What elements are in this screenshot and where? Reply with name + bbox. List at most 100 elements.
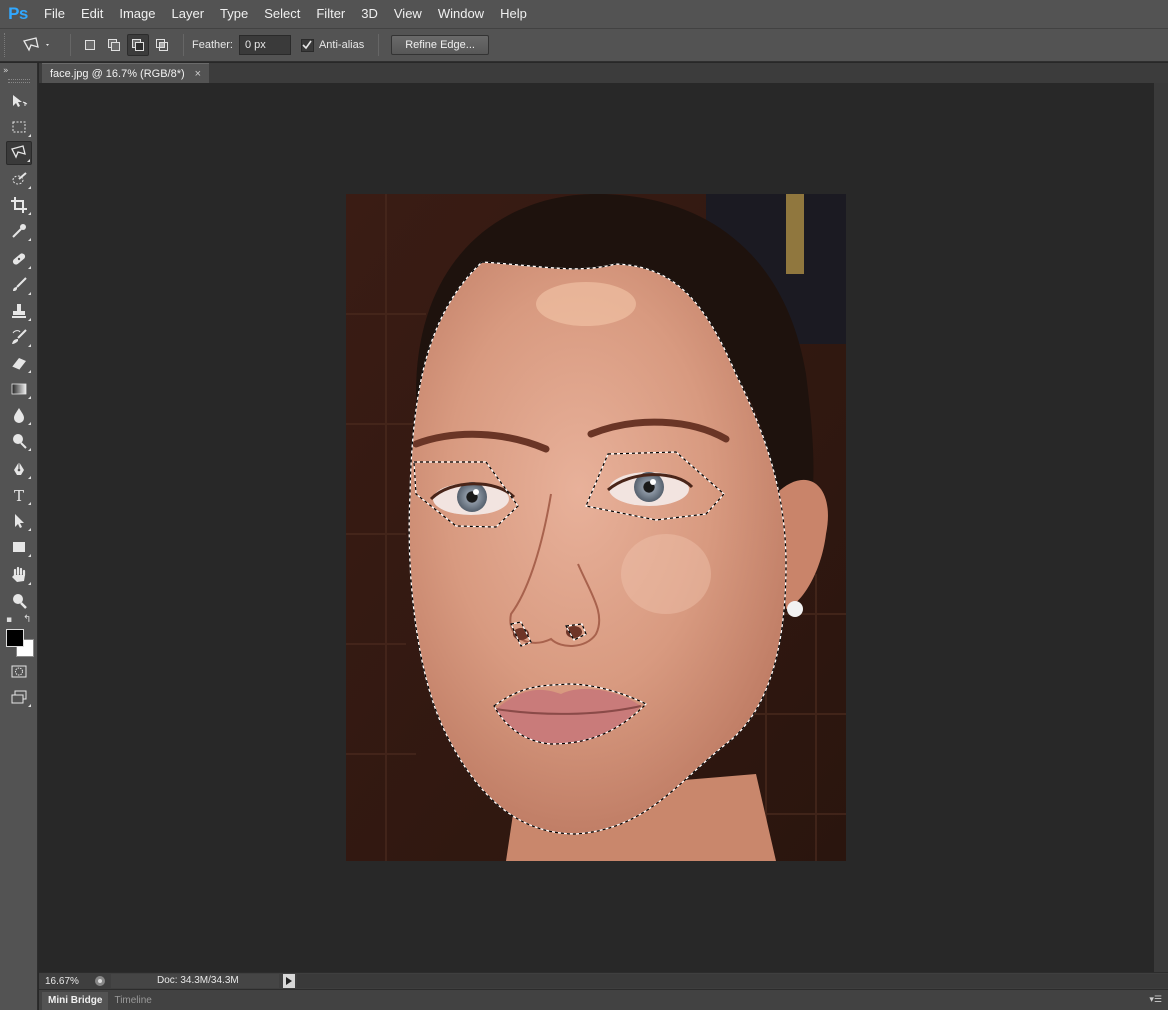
add-to-selection-icon xyxy=(108,39,120,51)
path-selection-tool[interactable] xyxy=(6,509,32,533)
intersect-selection-button[interactable] xyxy=(151,34,173,56)
tool-flyout-indicator xyxy=(28,370,31,373)
portrait-photo xyxy=(346,194,846,861)
app-logo: Ps xyxy=(8,4,28,23)
tool-flyout-indicator xyxy=(28,582,31,585)
blur-tool[interactable] xyxy=(6,403,32,427)
vertical-scrollbar[interactable] xyxy=(1154,83,1168,972)
zoom-level[interactable]: 16.67% xyxy=(39,976,89,987)
menu-layer[interactable]: Layer xyxy=(164,0,213,28)
gradient-tool[interactable] xyxy=(6,377,32,401)
type-tool[interactable]: T xyxy=(6,483,32,507)
tool-flyout-indicator xyxy=(28,422,31,425)
rectangle-tool[interactable] xyxy=(6,535,32,559)
spot-healing-tool[interactable] xyxy=(6,247,32,271)
history-brush-tool[interactable] xyxy=(6,325,32,349)
anti-alias-checkbox[interactable] xyxy=(300,38,314,52)
tool-flyout-indicator xyxy=(28,266,31,269)
polygonal-lasso-icon xyxy=(11,145,26,159)
water-drop-icon xyxy=(14,408,24,423)
screen-mode-button[interactable] xyxy=(6,685,32,709)
options-bar-grip[interactable] xyxy=(4,33,12,57)
proof-setup-icon[interactable] xyxy=(93,975,107,987)
foreground-color[interactable] xyxy=(6,629,24,647)
quick-selection-tool[interactable] xyxy=(6,167,32,191)
zoom-icon xyxy=(13,594,27,609)
menu-bar: Ps File Edit Image Layer Type Select Fil… xyxy=(0,0,1168,28)
tool-flyout-indicator xyxy=(28,704,31,707)
canvas-area[interactable] xyxy=(39,83,1154,972)
tool-flyout-indicator xyxy=(28,554,31,557)
history-brush-icon xyxy=(12,329,27,344)
toolbar-grip[interactable] xyxy=(7,79,30,83)
move-tool[interactable] xyxy=(6,89,32,113)
crop-tool[interactable] xyxy=(6,193,32,217)
zoom-tool[interactable] xyxy=(6,589,32,613)
anti-alias-label: Anti-alias xyxy=(318,39,365,51)
default-colors-icon[interactable]: ▪ xyxy=(6,615,12,625)
subtract-from-selection-button[interactable] xyxy=(127,34,149,56)
eraser-tool[interactable] xyxy=(6,351,32,375)
options-bar: Feather: 0 px Anti-alias Refine Edge... xyxy=(0,28,1168,62)
bandage-icon xyxy=(12,253,26,265)
panel-menu-icon[interactable]: ▾☰ xyxy=(1149,995,1162,1005)
status-menu-arrow[interactable] xyxy=(283,974,295,988)
pen-tool[interactable] xyxy=(6,457,32,481)
document-image[interactable] xyxy=(346,194,846,861)
tool-flyout-indicator xyxy=(28,344,31,347)
brush-tool[interactable] xyxy=(6,273,32,297)
crop-icon xyxy=(11,197,27,213)
menu-type[interactable]: Type xyxy=(212,0,256,28)
menu-select[interactable]: Select xyxy=(256,0,308,28)
menu-help[interactable]: Help xyxy=(492,0,535,28)
document-size-info: Doc: 34.3M/34.3M xyxy=(111,974,279,988)
new-selection-button[interactable] xyxy=(79,34,101,56)
eraser-icon xyxy=(11,358,26,371)
rectangle-shape-icon xyxy=(13,542,25,552)
menu-file[interactable]: File xyxy=(36,0,73,28)
quick-mask-button[interactable] xyxy=(6,659,32,683)
eyedropper-tool[interactable] xyxy=(6,219,32,243)
polygonal-lasso-tool[interactable] xyxy=(6,141,32,165)
play-arrow-icon xyxy=(286,977,292,985)
refine-edge-button[interactable]: Refine Edge... xyxy=(391,35,489,55)
add-to-selection-button[interactable] xyxy=(103,34,125,56)
tool-preset-picker[interactable] xyxy=(22,36,62,54)
separator xyxy=(183,34,184,56)
close-icon[interactable]: × xyxy=(195,68,201,80)
subtract-from-selection-icon xyxy=(132,39,144,51)
feather-label: Feather: xyxy=(192,39,233,51)
hand-tool[interactable] xyxy=(6,563,32,587)
checkmark-icon xyxy=(302,40,313,50)
collapse-toolbar-icon[interactable]: » xyxy=(0,63,37,79)
marquee-tool[interactable] xyxy=(6,115,32,139)
tool-flyout-indicator xyxy=(27,159,30,162)
menu-window[interactable]: Window xyxy=(430,0,492,28)
menu-view[interactable]: View xyxy=(386,0,430,28)
dodge-icon xyxy=(13,434,27,449)
gradient-icon xyxy=(11,383,27,395)
bottom-panel: Mini Bridge Timeline ▾☰ xyxy=(39,989,1168,1010)
menu-image[interactable]: Image xyxy=(111,0,163,28)
tool-flyout-indicator xyxy=(28,212,31,215)
quick-mask-icon xyxy=(11,665,27,678)
feather-input[interactable]: 0 px xyxy=(238,35,291,55)
menu-filter[interactable]: Filter xyxy=(308,0,353,28)
svg-text:T: T xyxy=(14,487,24,504)
hand-icon xyxy=(12,566,26,582)
clone-stamp-tool[interactable] xyxy=(6,299,32,323)
tool-flyout-indicator xyxy=(28,134,31,137)
tool-flyout-indicator xyxy=(28,528,31,531)
menu-3d[interactable]: 3D xyxy=(353,0,386,28)
document-tab-bar: face.jpg @ 16.7% (RGB/8*) × xyxy=(39,63,1168,83)
document-tab[interactable]: face.jpg @ 16.7% (RGB/8*) × xyxy=(42,63,210,83)
menu-edit[interactable]: Edit xyxy=(73,0,111,28)
swap-colors-icon[interactable]: ↰ xyxy=(23,614,31,625)
horizontal-scrollbar[interactable] xyxy=(297,974,1168,988)
tab-mini-bridge[interactable]: Mini Bridge xyxy=(42,992,109,1010)
intersect-selection-icon xyxy=(156,39,168,51)
tab-timeline[interactable]: Timeline xyxy=(108,992,157,1010)
color-swatches: ▪ ↰ xyxy=(3,614,37,659)
document-tab-title: face.jpg @ 16.7% (RGB/8*) xyxy=(50,67,185,80)
dodge-tool[interactable] xyxy=(6,429,32,453)
